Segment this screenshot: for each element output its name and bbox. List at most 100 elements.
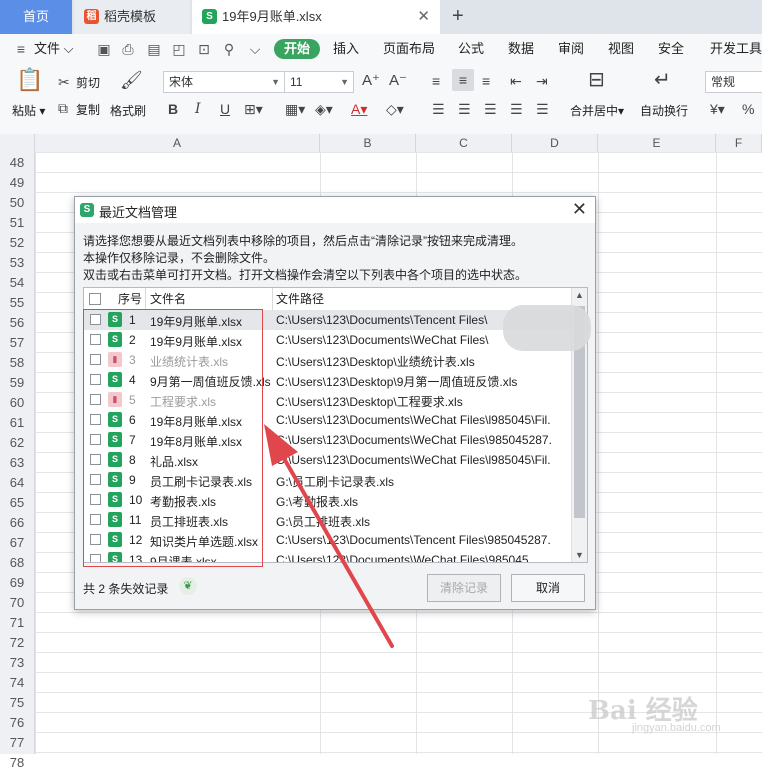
increase-font-icon[interactable]: A⁺ bbox=[362, 73, 380, 89]
menu-security[interactable]: 安全 bbox=[658, 34, 684, 64]
close-tab-icon[interactable]: ✕ bbox=[417, 0, 430, 34]
print-icon[interactable]: ⎙ bbox=[121, 42, 135, 56]
row-checkbox[interactable] bbox=[90, 474, 101, 485]
header-path[interactable]: 文件路径 bbox=[276, 290, 324, 307]
number-format-select[interactable]: 常规 bbox=[705, 71, 762, 93]
row-checkbox[interactable] bbox=[90, 554, 101, 562]
menu-insert[interactable]: 插入 bbox=[333, 34, 359, 64]
currency-icon[interactable]: ¥▾ bbox=[710, 101, 725, 117]
header-num[interactable]: 序号 bbox=[118, 290, 142, 307]
merge-center-button[interactable]: 合并居中▾ bbox=[570, 102, 624, 119]
italic-icon[interactable]: I bbox=[195, 101, 201, 117]
percent-icon[interactable]: % bbox=[742, 101, 754, 117]
menu-page-layout[interactable]: 页面布局 bbox=[383, 34, 435, 64]
list-item[interactable]: S 1 19年9月账单.xlsx C:\Users\123\Documents\Ten… bbox=[84, 310, 572, 330]
select-all-checkbox[interactable] bbox=[89, 293, 101, 305]
menu-review[interactable]: 审阅 bbox=[558, 34, 584, 64]
list-item[interactable]: S 8 礼品.xlsx C:\Users\123\Documents\WeChat F… bbox=[84, 450, 572, 470]
underline-icon[interactable]: U bbox=[220, 101, 230, 117]
row-checkbox[interactable] bbox=[90, 394, 101, 405]
row-checkbox[interactable] bbox=[90, 354, 101, 365]
row-header[interactable]: 68 bbox=[0, 555, 34, 570]
copy-button[interactable]: 复制 bbox=[76, 101, 100, 118]
distribute-icon[interactable]: ☰ bbox=[536, 101, 549, 117]
align-center-icon[interactable]: ☰ bbox=[458, 101, 471, 117]
dialog-title-bar[interactable]: S 最近文档管理 ✕ bbox=[75, 197, 595, 223]
row-header[interactable]: 66 bbox=[0, 515, 34, 530]
list-item[interactable]: S 2 19年9月账单.xlsx C:\Users\123\Documents\WeC… bbox=[84, 330, 572, 350]
indent-decrease-icon[interactable]: ⇤ bbox=[510, 73, 522, 89]
row-checkbox[interactable] bbox=[90, 434, 101, 445]
row-header[interactable]: 51 bbox=[0, 215, 34, 230]
list-item[interactable]: S 12 知识类片单选题.xlsx C:\Users\123\Documents\Te… bbox=[84, 530, 572, 550]
column-header-b[interactable]: B bbox=[320, 134, 416, 152]
row-header[interactable]: 71 bbox=[0, 615, 34, 630]
menu-file[interactable]: 文件 ⌵ bbox=[34, 34, 73, 64]
row-header[interactable]: 53 bbox=[0, 255, 34, 270]
more-quick-icon[interactable]: ⌵ bbox=[248, 42, 262, 56]
list-item[interactable]: ▮ 3 业绩统计表.xls C:\Users\123\Desktop\业绩统计表.xl… bbox=[84, 350, 572, 370]
row-header[interactable]: 62 bbox=[0, 435, 34, 450]
clear-format-icon[interactable]: ◇▾ bbox=[386, 101, 404, 117]
list-item[interactable]: S 11 员工排班表.xls G:\员工排班表.xls bbox=[84, 510, 572, 530]
row-header[interactable]: 72 bbox=[0, 635, 34, 650]
row-checkbox[interactable] bbox=[90, 414, 101, 425]
align-left-icon[interactable]: ☰ bbox=[432, 101, 445, 117]
row-header[interactable]: 58 bbox=[0, 355, 34, 370]
column-header-f[interactable]: F bbox=[716, 134, 762, 152]
format-icon[interactable]: ⚲ bbox=[222, 42, 236, 56]
menu-data[interactable]: 数据 bbox=[508, 34, 534, 64]
row-header[interactable]: 50 bbox=[0, 195, 34, 210]
print-preview-icon[interactable]: ◰ bbox=[172, 42, 186, 56]
row-header[interactable]: 77 bbox=[0, 735, 34, 750]
font-size-select[interactable]: 11 ▼ bbox=[284, 71, 354, 93]
row-checkbox[interactable] bbox=[90, 334, 101, 345]
menu-formula[interactable]: 公式 bbox=[458, 34, 484, 64]
list-item[interactable]: ▮ 5 工程要求.xls C:\Users\123\Desktop\工程要求.xls bbox=[84, 390, 572, 410]
row-header[interactable]: 70 bbox=[0, 595, 34, 610]
close-icon[interactable]: ✕ bbox=[572, 199, 587, 220]
row-header[interactable]: 59 bbox=[0, 375, 34, 390]
row-checkbox[interactable] bbox=[90, 514, 101, 525]
paste-button[interactable]: 粘贴 ▾ bbox=[12, 102, 45, 119]
row-header[interactable]: 57 bbox=[0, 335, 34, 350]
format-painter-button[interactable]: 格式刷 bbox=[110, 102, 146, 119]
fill-color-icon[interactable]: ◈▾ bbox=[315, 101, 333, 117]
export-pdf-icon[interactable]: ▤ bbox=[147, 42, 161, 56]
align-right-icon[interactable]: ☰ bbox=[484, 101, 497, 117]
border-icon[interactable]: ⊞▾ bbox=[244, 101, 263, 117]
list-item[interactable]: S 7 19年8月账单.xlsx C:\Users\123\Documents\WeC… bbox=[84, 430, 572, 450]
menu-view[interactable]: 视图 bbox=[608, 34, 634, 64]
menu-developer[interactable]: 开发工具 bbox=[710, 34, 762, 64]
cut-button[interactable]: 剪切 bbox=[76, 74, 100, 91]
align-bottom-icon[interactable]: ≡ bbox=[482, 73, 490, 89]
indent-increase-icon[interactable]: ⇥ bbox=[536, 73, 548, 89]
row-header[interactable]: 52 bbox=[0, 235, 34, 250]
row-header[interactable]: 63 bbox=[0, 455, 34, 470]
cancel-button[interactable]: 取消 bbox=[511, 574, 585, 602]
row-header[interactable]: 69 bbox=[0, 575, 34, 590]
clean-leaf-icon[interactable]: ❦ bbox=[179, 577, 197, 595]
list-item[interactable]: S 9 员工刷卡记录表.xls G:\员工刷卡记录表.xls bbox=[84, 470, 572, 490]
bold-icon[interactable]: B bbox=[168, 101, 178, 117]
scroll-down-icon[interactable]: ▼ bbox=[575, 550, 584, 560]
tab-templates[interactable]: 稻 稻壳模板 bbox=[74, 0, 190, 34]
clear-records-button[interactable]: 清除记录 bbox=[427, 574, 501, 602]
column-header-c[interactable]: C bbox=[416, 134, 512, 152]
select-all-corner[interactable] bbox=[0, 134, 35, 152]
menu-home[interactable]: 开始 bbox=[274, 39, 321, 59]
tab-current-file[interactable]: S 19年9月账单.xlsx ✕ bbox=[192, 0, 440, 34]
row-header[interactable]: 64 bbox=[0, 475, 34, 490]
list-item[interactable]: S 6 19年8月账单.xlsx C:\Users\123\Documents\WeC… bbox=[84, 410, 572, 430]
align-middle-icon[interactable]: ≡ bbox=[452, 69, 474, 91]
tab-home[interactable]: 首页 bbox=[0, 0, 72, 34]
row-checkbox[interactable] bbox=[90, 494, 101, 505]
list-item[interactable]: S 4 9月第一周值班反馈.xls C:\Users\123\Desktop\9月第一… bbox=[84, 370, 572, 390]
row-header[interactable]: 65 bbox=[0, 495, 34, 510]
row-checkbox[interactable] bbox=[90, 534, 101, 545]
font-color-icon[interactable]: A▾ bbox=[351, 101, 367, 117]
column-header-d[interactable]: D bbox=[512, 134, 598, 152]
row-header[interactable]: 73 bbox=[0, 655, 34, 670]
row-header[interactable]: 75 bbox=[0, 695, 34, 710]
preview-icon[interactable]: ⊡ bbox=[197, 42, 211, 56]
